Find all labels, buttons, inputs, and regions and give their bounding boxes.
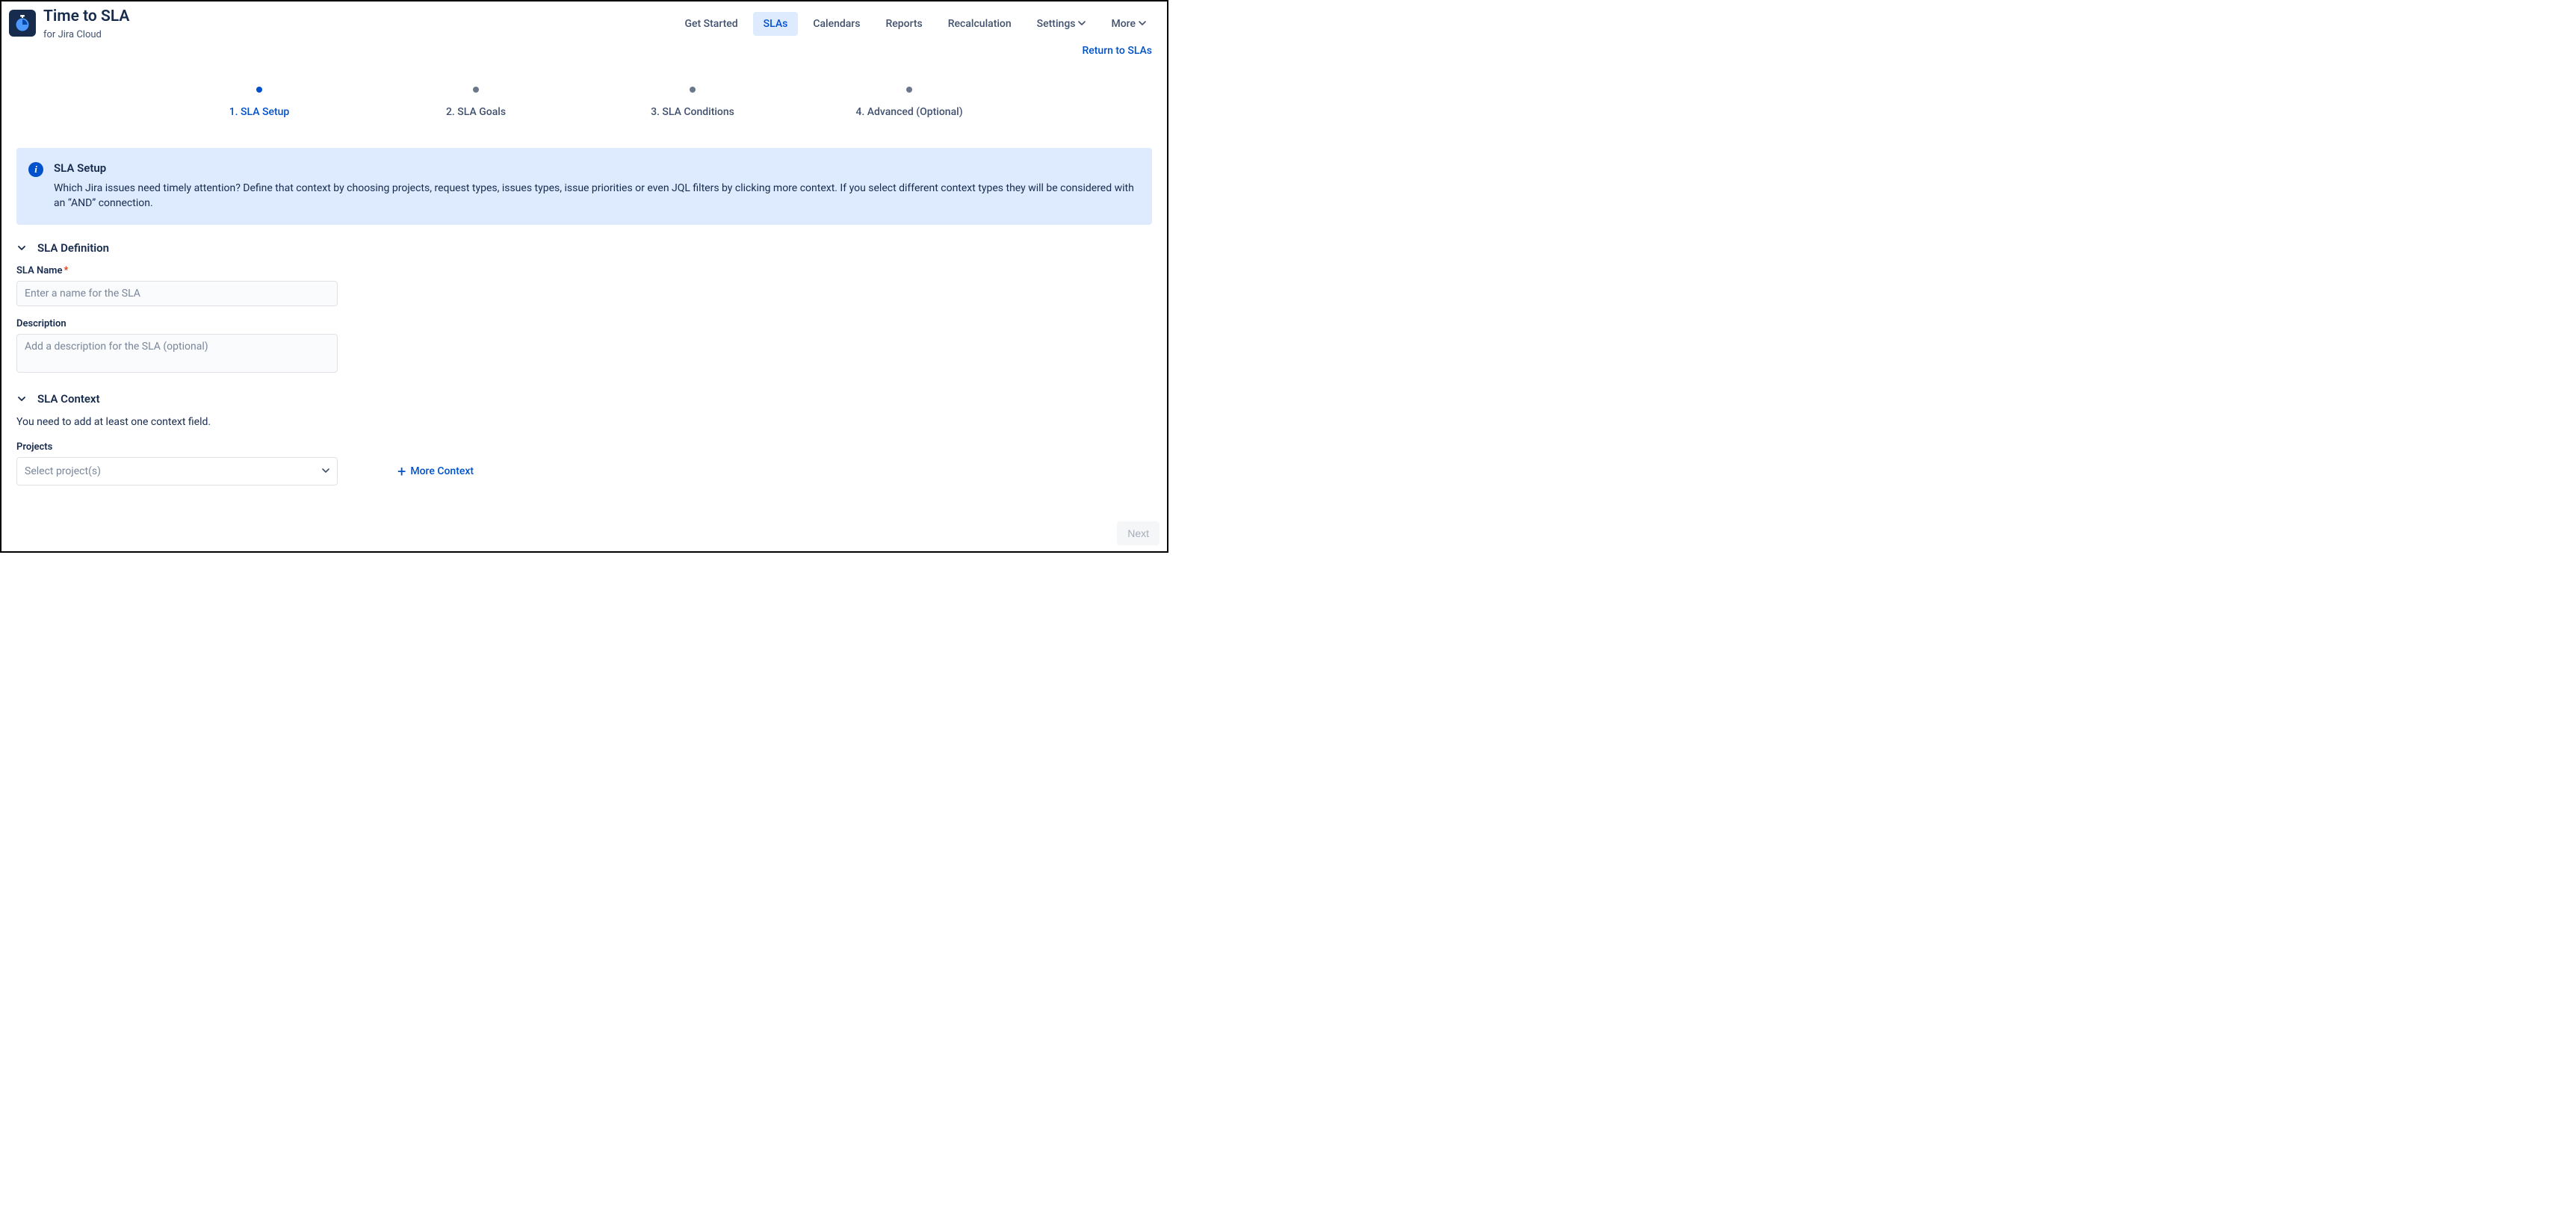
section-sla-context-toggle[interactable]: SLA Context	[16, 392, 1152, 406]
sla-name-label: SLA Name*	[16, 265, 1152, 276]
step-dot-icon	[690, 87, 696, 93]
nav-get-started[interactable]: Get Started	[674, 12, 748, 36]
return-to-slas-link[interactable]: Return to SLAs	[1082, 45, 1152, 57]
app-logo-icon	[9, 10, 36, 37]
section-title: SLA Context	[37, 392, 100, 406]
nav-recalculation[interactable]: Recalculation	[938, 12, 1022, 36]
info-icon: i	[28, 162, 43, 177]
nav-settings[interactable]: Settings	[1027, 12, 1097, 36]
chevron-down-icon	[1078, 18, 1086, 30]
context-note: You need to add at least one context fie…	[16, 416, 1152, 428]
stopwatch-icon	[13, 14, 31, 32]
nav-calendars[interactable]: Calendars	[802, 12, 870, 36]
chevron-down-icon	[16, 244, 27, 252]
step-label: 1. SLA Setup	[229, 106, 290, 118]
section-title: SLA Definition	[37, 241, 109, 255]
nav-label: Settings	[1037, 18, 1076, 30]
step-dot-icon	[256, 87, 262, 93]
more-context-label: More Context	[410, 465, 474, 477]
select-placeholder: Select project(s)	[25, 465, 101, 477]
nav-label: Calendars	[813, 18, 860, 30]
sla-name-input[interactable]	[16, 281, 338, 306]
step-sla-conditions[interactable]: 3. SLA Conditions	[584, 87, 801, 118]
section-sla-definition-toggle[interactable]: SLA Definition	[16, 241, 1152, 255]
step-dot-icon	[473, 87, 479, 93]
app-subtitle: for Jira Cloud	[43, 29, 129, 40]
next-button[interactable]: Next	[1117, 521, 1159, 545]
info-text: Which Jira issues need timely attention?…	[54, 181, 1137, 211]
more-context-button[interactable]: + More Context	[397, 464, 474, 479]
step-label: 3. SLA Conditions	[651, 106, 734, 118]
nav-label: Reports	[885, 18, 922, 30]
description-label: Description	[16, 318, 1152, 329]
step-label: 2. SLA Goals	[446, 106, 506, 118]
nav-reports[interactable]: Reports	[875, 12, 932, 36]
plus-icon: +	[397, 464, 406, 479]
app-title: Time to SLA	[43, 7, 129, 26]
nav-label: SLAs	[764, 18, 788, 30]
step-sla-setup[interactable]: 1. SLA Setup	[151, 87, 368, 118]
nav-label: More	[1111, 18, 1136, 30]
chevron-down-icon	[322, 466, 329, 477]
description-textarea[interactable]	[16, 334, 338, 373]
step-sla-goals[interactable]: 2. SLA Goals	[368, 87, 584, 118]
label-text: SLA Name	[16, 265, 62, 276]
required-asterisk: *	[64, 265, 68, 276]
step-advanced[interactable]: 4. Advanced (Optional)	[801, 87, 1018, 118]
nav-more[interactable]: More	[1100, 12, 1157, 36]
step-dot-icon	[906, 87, 912, 93]
nav-slas[interactable]: SLAs	[753, 12, 799, 36]
step-label: 4. Advanced (Optional)	[855, 106, 962, 118]
info-title: SLA Setup	[54, 161, 1137, 175]
progress-stepper: 1. SLA Setup 2. SLA Goals 3. SLA Conditi…	[1, 57, 1167, 133]
info-banner: i SLA Setup Which Jira issues need timel…	[16, 148, 1152, 225]
projects-label: Projects	[16, 441, 1152, 453]
chevron-down-icon	[1139, 18, 1146, 30]
main-nav: Get Started SLAs Calendars Reports Recal…	[674, 12, 1157, 36]
nav-label: Get Started	[684, 18, 737, 30]
chevron-down-icon	[16, 395, 27, 403]
nav-label: Recalculation	[948, 18, 1012, 30]
projects-select[interactable]: Select project(s)	[16, 457, 338, 486]
